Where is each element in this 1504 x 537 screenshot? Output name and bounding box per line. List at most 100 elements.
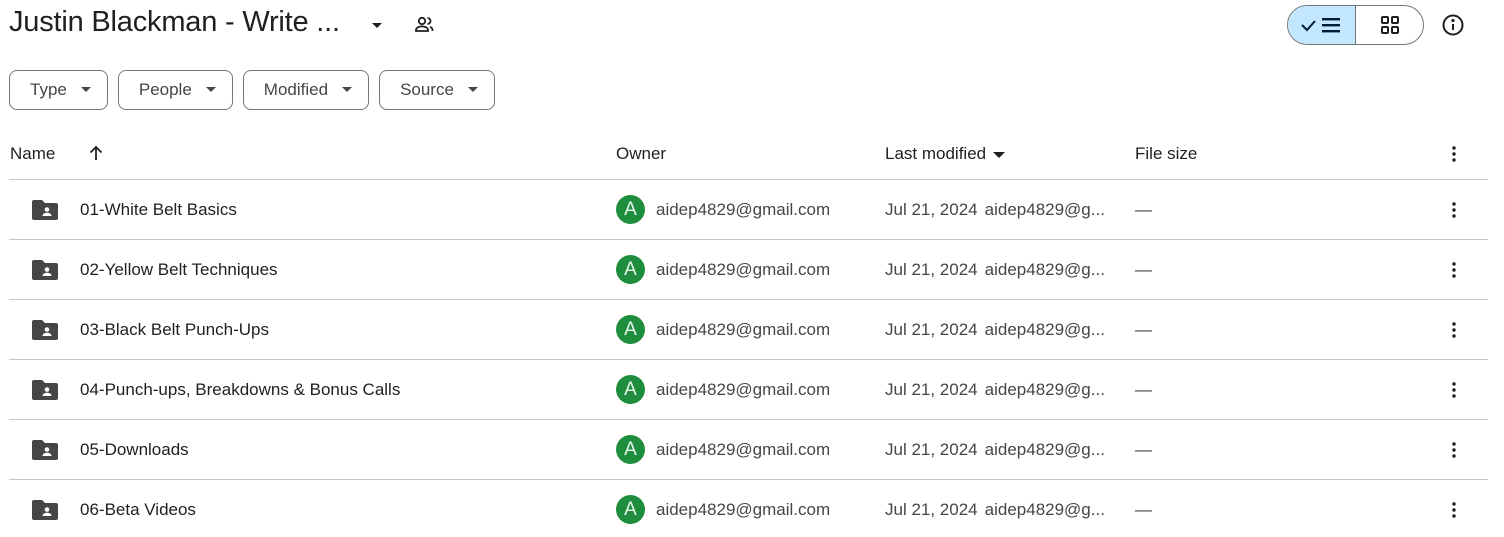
file-size-cell: — (1135, 480, 1152, 537)
modified-date: Jul 21, 2024 (885, 259, 978, 279)
file-name[interactable]: 03-Black Belt Punch-Ups (80, 320, 269, 340)
table-header: Name Owner Last modified File size (9, 128, 1488, 180)
table-row[interactable]: 06-Beta Videos A aidep4829@gmail.com Jul… (9, 480, 1488, 537)
owner-cell: A aidep4829@gmail.com (616, 180, 830, 239)
owner-email: aidep4829@gmail.com (656, 499, 831, 519)
table-row[interactable]: 02-Yellow Belt Techniques A aidep4829@gm… (9, 240, 1488, 300)
file-size: — (1135, 199, 1152, 219)
owner-cell: A aidep4829@gmail.com (616, 300, 830, 359)
filter-label: People (138, 80, 192, 99)
modified-by: aidep4829@g... (984, 379, 1105, 399)
table-row[interactable]: 04-Punch-ups, Breakdowns & Bonus Calls A… (9, 360, 1488, 420)
folder-header: Justin Blackman - Write ... (0, 0, 1504, 52)
file-name[interactable]: 02-Yellow Belt Techniques (80, 260, 278, 280)
owner-email: aidep4829@gmail.com (656, 439, 831, 459)
more-actions-icon[interactable] (1443, 439, 1465, 461)
name-cell: 03-Black Belt Punch-Ups (9, 300, 269, 359)
last-modified-cell: Jul 21, 2024 aidep4829@g... (885, 480, 1105, 537)
shared-folder-icon (32, 319, 58, 340)
row-actions (1443, 240, 1465, 299)
grid-view-button[interactable] (1356, 6, 1423, 44)
owner-email: aidep4829@gmail.com (656, 259, 831, 279)
table-row[interactable]: 01-White Belt Basics A aidep4829@gmail.c… (9, 180, 1488, 240)
modified-date: Jul 21, 2024 (885, 379, 978, 399)
last-modified-cell: Jul 21, 2024 aidep4829@g... (885, 360, 1105, 419)
file-size-cell: — (1135, 180, 1152, 239)
view-toggle (1287, 5, 1424, 45)
caret-down-icon[interactable] (368, 16, 386, 34)
check-list-icon (1300, 18, 1340, 33)
shared-folder-icon (32, 199, 58, 220)
folder-title[interactable]: Justin Blackman - Write ... (9, 6, 340, 39)
shared-folder-icon (32, 379, 58, 400)
file-size: — (1135, 439, 1152, 459)
column-header-last-modified[interactable]: Last modified (885, 144, 1006, 164)
filter-modified[interactable]: Modified (242, 70, 370, 110)
name-cell: 04-Punch-ups, Breakdowns & Bonus Calls (9, 360, 400, 419)
file-size: — (1135, 379, 1152, 399)
file-name[interactable]: 06-Beta Videos (80, 500, 196, 520)
more-actions-icon[interactable] (1443, 199, 1465, 221)
owner-email: aidep4829@gmail.com (656, 379, 831, 399)
last-modified-cell: Jul 21, 2024 aidep4829@g... (885, 240, 1105, 299)
filter-source[interactable]: Source (379, 70, 495, 110)
file-size-cell: — (1135, 300, 1152, 359)
owner-cell: A aidep4829@gmail.com (616, 240, 830, 299)
file-size: — (1135, 499, 1152, 519)
owner-email: aidep4829@gmail.com (656, 199, 831, 219)
avatar: A (616, 255, 645, 284)
sort-ascending-icon[interactable] (87, 144, 105, 162)
owner-cell: A aidep4829@gmail.com (616, 360, 830, 419)
column-header-name[interactable]: Name (10, 144, 55, 164)
avatar: A (616, 315, 645, 344)
table-row[interactable]: 03-Black Belt Punch-Ups A aidep4829@gmai… (9, 300, 1488, 360)
avatar: A (616, 435, 645, 464)
avatar: A (616, 375, 645, 404)
more-options-icon[interactable] (1443, 143, 1465, 165)
last-modified-cell: Jul 21, 2024 aidep4829@g... (885, 180, 1105, 239)
filter-label: Type (30, 80, 67, 99)
filter-type[interactable]: Type (9, 70, 108, 110)
filter-bar: Type People Modified Source (9, 70, 495, 110)
shared-folder-icon (32, 439, 58, 460)
file-size-cell: — (1135, 360, 1152, 419)
row-actions (1443, 360, 1465, 419)
column-header-owner[interactable]: Owner (616, 144, 666, 164)
modified-by: aidep4829@g... (984, 439, 1105, 459)
avatar: A (616, 195, 645, 224)
row-actions (1443, 420, 1465, 479)
file-size-cell: — (1135, 420, 1152, 479)
name-cell: 05-Downloads (9, 420, 189, 479)
last-modified-cell: Jul 21, 2024 aidep4829@g... (885, 420, 1105, 479)
caret-down-icon (342, 87, 353, 92)
file-name[interactable]: 01-White Belt Basics (80, 200, 237, 220)
modified-date: Jul 21, 2024 (885, 439, 978, 459)
info-icon[interactable] (1441, 13, 1465, 37)
name-cell: 01-White Belt Basics (9, 180, 237, 239)
caret-down-icon (205, 87, 216, 92)
filter-people[interactable]: People (117, 70, 233, 110)
shared-folder-icon (32, 259, 58, 280)
more-actions-icon[interactable] (1443, 499, 1465, 521)
column-header-file-size[interactable]: File size (1135, 144, 1197, 164)
more-actions-icon[interactable] (1443, 379, 1465, 401)
file-name[interactable]: 04-Punch-ups, Breakdowns & Bonus Calls (80, 380, 400, 400)
list-view-button[interactable] (1288, 6, 1356, 44)
owner-cell: A aidep4829@gmail.com (616, 420, 830, 479)
file-size-cell: — (1135, 240, 1152, 299)
owner-cell: A aidep4829@gmail.com (616, 480, 830, 537)
modified-date: Jul 21, 2024 (885, 199, 978, 219)
more-actions-icon[interactable] (1443, 319, 1465, 341)
file-list: Name Owner Last modified File size 01-Wh… (9, 128, 1488, 537)
table-row[interactable]: 05-Downloads A aidep4829@gmail.com Jul 2… (9, 420, 1488, 480)
caret-down-icon (993, 151, 1006, 158)
file-size: — (1135, 319, 1152, 339)
more-actions-icon[interactable] (1443, 259, 1465, 281)
name-cell: 02-Yellow Belt Techniques (9, 240, 278, 299)
shared-people-icon[interactable] (412, 13, 436, 37)
last-modified-cell: Jul 21, 2024 aidep4829@g... (885, 300, 1105, 359)
filter-label: Modified (263, 80, 329, 99)
modified-by: aidep4829@g... (984, 259, 1105, 279)
file-size: — (1135, 259, 1152, 279)
file-name[interactable]: 05-Downloads (80, 440, 189, 460)
